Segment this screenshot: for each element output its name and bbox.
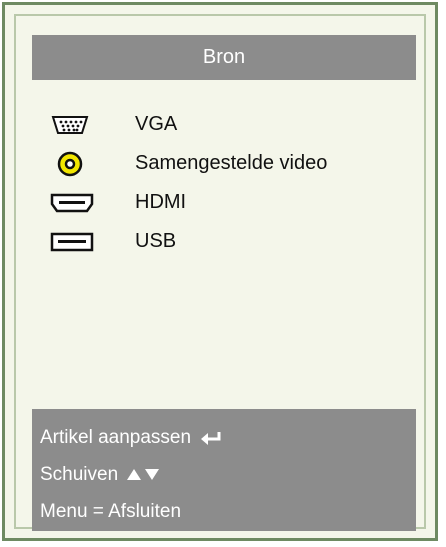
source-label-hdmi: HDMI (135, 191, 187, 213)
footer-adjust-label: Artikel aanpassen (40, 426, 192, 448)
help-footer: Artikel aanpassen Schuiven Menu = Afslui… (32, 409, 416, 531)
menu-title: Bron (202, 46, 246, 68)
footer-scroll-label: Schuiven (40, 463, 119, 485)
footer-adjust-row: Artikel aanpassen (32, 419, 416, 456)
enter-icon (199, 430, 223, 446)
source-item-usb[interactable]: USB (32, 222, 416, 261)
source-label-vga: VGA (135, 113, 178, 135)
composite-video-icon (50, 149, 110, 179)
source-label-composite-video: Samengestelde video (135, 152, 328, 174)
up-arrow-icon (126, 468, 142, 481)
usb-icon (50, 227, 110, 257)
source-menu-window: Bron VGA Samengestelde video HDMI USB Ar… (2, 2, 438, 541)
source-label-usb: USB (135, 230, 177, 252)
footer-exit-row: Menu = Afsluiten (32, 493, 416, 530)
down-arrow-icon (144, 468, 160, 481)
hdmi-icon (50, 188, 110, 218)
source-item-composite-video[interactable]: Samengestelde video (32, 144, 416, 183)
source-item-vga[interactable]: VGA (32, 105, 416, 144)
footer-exit-label: Menu = Afsluiten (40, 500, 182, 522)
menu-title-bar: Bron (32, 35, 416, 80)
source-item-hdmi[interactable]: HDMI (32, 183, 416, 222)
footer-scroll-row: Schuiven (32, 456, 416, 493)
vga-icon (50, 110, 110, 140)
source-list: VGA Samengestelde video HDMI USB (32, 105, 416, 261)
